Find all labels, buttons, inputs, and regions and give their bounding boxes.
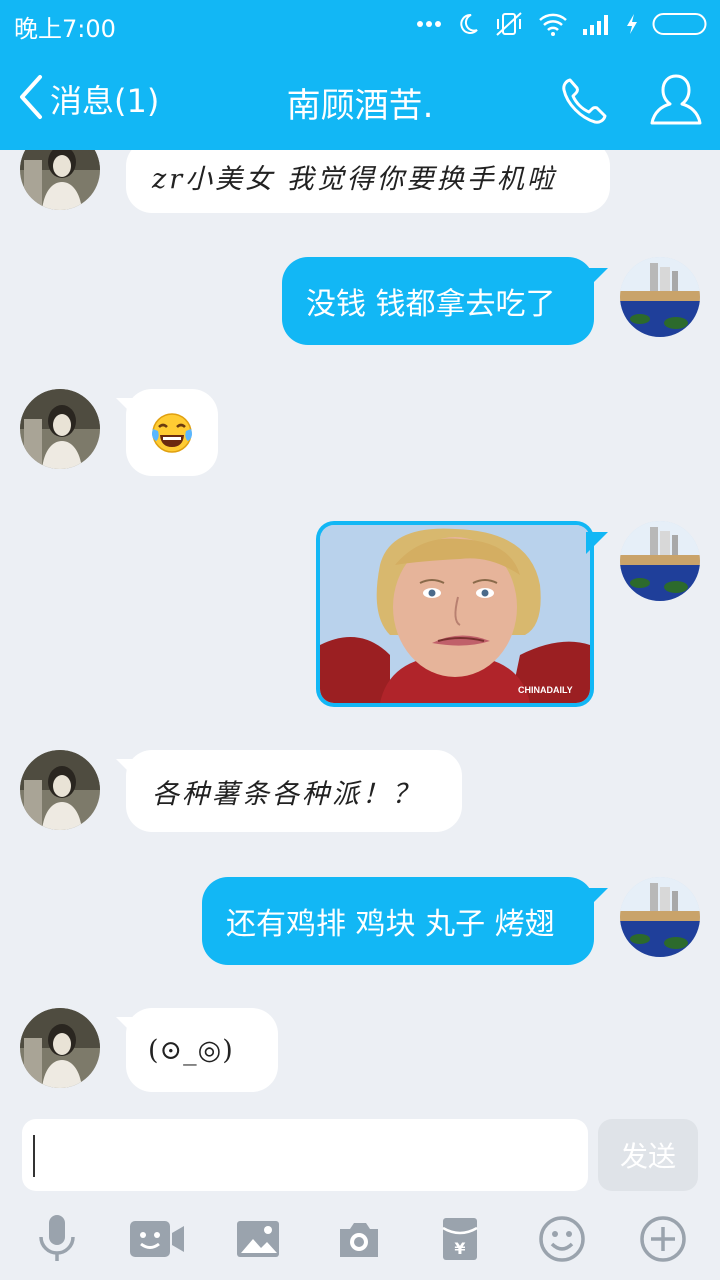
emoji-button[interactable] bbox=[534, 1213, 590, 1269]
tears-of-joy-emoji bbox=[150, 411, 194, 459]
call-button[interactable] bbox=[558, 76, 612, 126]
battery-icon bbox=[652, 11, 708, 37]
message-input[interactable] bbox=[22, 1119, 588, 1191]
contact-avatar[interactable] bbox=[20, 750, 100, 830]
outgoing-message[interactable]: 还有鸡排 鸡块 丸子 烤翅 bbox=[202, 877, 594, 965]
signal-icon bbox=[582, 12, 612, 36]
message-text: 还有鸡排 鸡块 丸子 烤翅 bbox=[226, 907, 555, 942]
message-list[interactable]: zr小美女 我觉得你要换手机啦 没钱 钱都拿去吃了 CHINADAILY 各种薯… bbox=[0, 150, 720, 1105]
picture-button[interactable] bbox=[230, 1213, 286, 1269]
contact-avatar[interactable] bbox=[20, 389, 100, 469]
contact-avatar[interactable] bbox=[20, 1008, 100, 1088]
input-toolbar: ¥ bbox=[0, 1205, 720, 1280]
more-dots-icon bbox=[416, 20, 442, 28]
message-text: 没钱 钱都拿去吃了 bbox=[306, 287, 556, 322]
picture-icon bbox=[235, 1219, 281, 1263]
voice-button[interactable] bbox=[29, 1213, 85, 1269]
incoming-message[interactable]: (⊙_◎) bbox=[126, 1008, 278, 1092]
bubble-tail bbox=[586, 888, 608, 910]
bubble-tail bbox=[586, 532, 608, 554]
meme-photo[interactable]: CHINADAILY bbox=[320, 525, 590, 703]
contact-avatar[interactable] bbox=[20, 150, 100, 210]
send-button[interactable]: 发送 bbox=[598, 1119, 698, 1191]
wifi-icon bbox=[538, 12, 568, 36]
red-packet-button[interactable]: ¥ bbox=[432, 1213, 488, 1269]
more-button[interactable] bbox=[635, 1213, 691, 1269]
video-call-button[interactable] bbox=[129, 1213, 185, 1269]
status-time: 晚上7:00 bbox=[14, 15, 116, 43]
back-label: 消息(1) bbox=[50, 82, 160, 120]
outgoing-image-message[interactable]: CHINADAILY bbox=[316, 521, 594, 707]
message-text: 各种薯条各种派！？ bbox=[152, 778, 422, 810]
video-call-icon bbox=[128, 1219, 186, 1263]
charging-icon bbox=[626, 13, 638, 35]
image-caption: CHINADAILY bbox=[518, 685, 573, 695]
phone-icon bbox=[558, 78, 612, 130]
camera-icon bbox=[336, 1219, 382, 1263]
status-bar: 晚上7:00 bbox=[0, 0, 720, 48]
chat-title: 南顾酒苦. bbox=[286, 86, 434, 126]
incoming-message[interactable]: 各种薯条各种派！？ bbox=[126, 750, 462, 832]
red-packet-icon: ¥ bbox=[440, 1216, 480, 1266]
my-avatar[interactable] bbox=[620, 257, 700, 337]
chat-header: 消息(1) 南顾酒苦. bbox=[0, 48, 720, 150]
text-cursor bbox=[33, 1135, 35, 1177]
outgoing-message[interactable]: 没钱 钱都拿去吃了 bbox=[282, 257, 594, 345]
profile-button[interactable] bbox=[648, 72, 704, 128]
my-avatar[interactable] bbox=[620, 877, 700, 957]
camera-button[interactable] bbox=[331, 1213, 387, 1269]
back-button[interactable]: 消息(1) bbox=[18, 74, 159, 124]
input-bar: 发送 bbox=[0, 1105, 720, 1205]
message-text: zr小美女 我觉得你要换手机啦 bbox=[152, 164, 557, 195]
incoming-message[interactable] bbox=[126, 389, 218, 476]
my-avatar[interactable] bbox=[620, 521, 700, 601]
vibrate-off-icon bbox=[494, 11, 524, 37]
bubble-tail bbox=[586, 268, 608, 290]
moon-icon bbox=[456, 12, 480, 36]
microphone-icon bbox=[35, 1213, 79, 1269]
plus-icon bbox=[639, 1215, 687, 1267]
profile-icon bbox=[648, 74, 704, 132]
incoming-message[interactable]: zr小美女 我觉得你要换手机啦 bbox=[126, 150, 610, 213]
svg-text:¥: ¥ bbox=[454, 1239, 465, 1258]
emoji-face-icon bbox=[538, 1215, 586, 1267]
status-icons bbox=[416, 8, 708, 40]
message-text: (⊙_◎) bbox=[148, 1034, 234, 1066]
chevron-left-icon bbox=[18, 74, 44, 124]
